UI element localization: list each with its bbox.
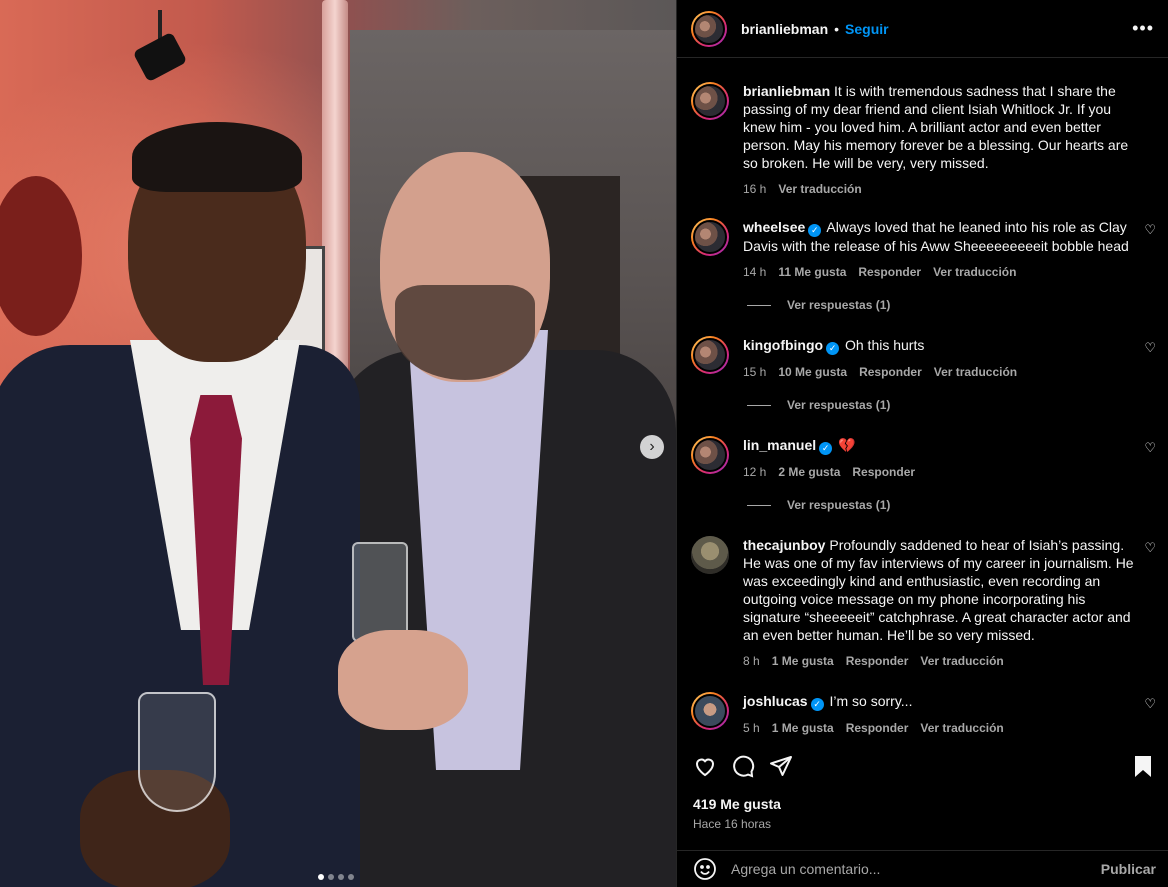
post-sidebar: brianliebman • Seguir ••• brianliebman I… — [676, 0, 1168, 887]
carousel-dot — [318, 874, 324, 880]
caption-translate-link[interactable]: Ver traducción — [778, 180, 861, 198]
verified-icon: ✓ — [826, 342, 840, 355]
comment: lin_manuel ✓ 💔 12 h 2 Me gusta Responder … — [691, 436, 1156, 481]
verified-icon: ✓ — [810, 698, 824, 711]
hand-right — [338, 630, 468, 730]
caption: brianliebman It is with tremendous sadne… — [691, 82, 1156, 198]
post-header: brianliebman • Seguir ••• — [677, 0, 1168, 58]
comment-likes[interactable]: 11 Me gusta — [778, 263, 846, 281]
comment-username[interactable]: lin_manuel — [743, 437, 816, 453]
man-left-hair — [132, 122, 302, 192]
translate-link[interactable]: Ver traducción — [933, 263, 1016, 281]
avatar[interactable] — [691, 218, 729, 256]
comment-username[interactable]: thecajunboy — [743, 537, 825, 553]
reply-button[interactable]: Responder — [852, 463, 915, 481]
comment-input[interactable] — [731, 861, 1101, 877]
view-replies-button[interactable]: Ver respuestas (1) — [747, 498, 890, 512]
caption-username[interactable]: brianliebman — [743, 83, 830, 99]
comment-composer: Publicar — [677, 850, 1168, 887]
avatar[interactable] — [691, 82, 729, 120]
verified-icon: ✓ — [808, 224, 822, 237]
comment-time[interactable]: 5 h — [743, 719, 760, 737]
heart-icon[interactable] — [693, 754, 717, 778]
comment-text: 💔 — [838, 437, 856, 453]
carousel-dot — [338, 874, 344, 880]
follow-button[interactable]: Seguir — [845, 21, 889, 37]
caption-time[interactable]: 16 h — [743, 180, 766, 198]
comment: wheelsee ✓ Always loved that he leaned in… — [691, 218, 1156, 281]
comment-text: I’m so sorry... — [829, 693, 913, 709]
comment-time[interactable]: 15 h — [743, 363, 766, 381]
verified-icon: ✓ — [819, 442, 833, 455]
comment-time[interactable]: 8 h — [743, 652, 760, 670]
comment-username[interactable]: kingofbingo — [743, 337, 823, 353]
translate-link[interactable]: Ver traducción — [920, 652, 1003, 670]
reply-button[interactable]: Responder — [846, 719, 909, 737]
reply-button[interactable]: Responder — [858, 263, 921, 281]
like-comment-heart-icon[interactable]: ♡ — [1144, 222, 1156, 238]
avatar[interactable] — [691, 436, 729, 474]
author-username[interactable]: brianliebman — [741, 21, 828, 37]
comment: kingofbingo ✓ Oh this hurts 15 h 10 Me gu… — [691, 336, 1156, 381]
comment-likes[interactable]: 2 Me gusta — [778, 463, 840, 481]
likes-count[interactable]: 419 Me gusta — [693, 796, 781, 812]
avatar[interactable] — [691, 536, 729, 574]
comment-icon[interactable] — [731, 754, 755, 778]
like-comment-heart-icon[interactable]: ♡ — [1144, 696, 1156, 712]
avatar[interactable] — [691, 336, 729, 374]
post-actions — [693, 752, 1154, 780]
like-comment-heart-icon[interactable]: ♡ — [1144, 540, 1156, 556]
reply-button[interactable]: Responder — [846, 652, 909, 670]
share-icon[interactable] — [769, 754, 793, 778]
reply-button[interactable]: Responder — [859, 363, 922, 381]
translate-link[interactable]: Ver traducción — [920, 719, 1003, 737]
like-comment-heart-icon[interactable]: ♡ — [1144, 340, 1156, 356]
like-comment-heart-icon[interactable]: ♡ — [1144, 440, 1156, 456]
separator-dot: • — [834, 20, 840, 37]
comment-time[interactable]: 12 h — [743, 463, 766, 481]
publish-button[interactable]: Publicar — [1101, 861, 1156, 877]
view-replies-button[interactable]: Ver respuestas (1) — [747, 298, 890, 312]
avatar[interactable] — [691, 692, 729, 730]
more-options-icon[interactable]: ••• — [1132, 18, 1154, 39]
carousel-dot — [328, 874, 334, 880]
comment-username[interactable]: joshlucas — [743, 693, 808, 709]
comment-likes[interactable]: 10 Me gusta — [778, 363, 847, 381]
view-replies-button[interactable]: Ver respuestas (1) — [747, 398, 890, 412]
stage-light — [134, 10, 186, 81]
comment-text: Oh this hurts — [844, 337, 925, 353]
comment-likes[interactable]: 1 Me gusta — [772, 652, 834, 670]
post-photo[interactable]: › — [0, 0, 676, 887]
translate-link[interactable]: Ver traducción — [934, 363, 1017, 381]
carousel-dot — [348, 874, 354, 880]
avatar[interactable] — [691, 10, 727, 47]
chevron-right-icon: › — [649, 438, 655, 455]
carousel-next-button[interactable]: › — [640, 435, 664, 459]
post-time: Hace 16 horas — [693, 817, 772, 831]
instagram-post-view: › brianliebman • Seguir ••• brianliebman… — [0, 0, 1168, 887]
comment-time[interactable]: 14 h — [743, 263, 766, 281]
man-right-beard — [395, 285, 535, 380]
comment: thecajunboy Profoundly saddened to hear … — [691, 536, 1156, 670]
carousel-dots — [318, 874, 354, 880]
comment: joshlucas ✓ I’m so sorry... 5 h 1 Me gust… — [691, 692, 1156, 737]
wine-glass-left — [138, 692, 216, 812]
emoji-icon[interactable] — [693, 857, 717, 881]
comment-username[interactable]: wheelsee — [743, 219, 805, 235]
wine-glass-right — [352, 542, 408, 642]
bookmark-icon[interactable] — [1132, 754, 1154, 778]
comment-likes[interactable]: 1 Me gusta — [772, 719, 834, 737]
